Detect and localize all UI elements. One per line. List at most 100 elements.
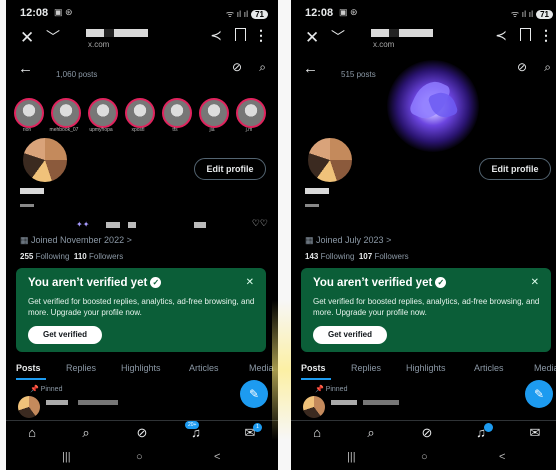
battery-icon: 71 — [251, 10, 268, 19]
profile-avatar[interactable] — [305, 135, 355, 185]
following-label: Following — [35, 252, 70, 261]
story-avatar[interactable] — [162, 98, 192, 128]
share-icon[interactable]: ≺ — [210, 27, 222, 44]
search-icon[interactable]: ⌕ — [259, 60, 266, 75]
grok-icon[interactable]: ⊘ — [415, 425, 439, 441]
following-count[interactable]: 143 — [305, 252, 318, 261]
back-icon[interactable]: < — [214, 451, 220, 463]
tab-replies[interactable]: Replies — [351, 363, 381, 373]
story-label: mehbook_07 — [49, 127, 79, 133]
story-avatar[interactable] — [236, 98, 266, 128]
pinned-text: Pinned — [40, 386, 63, 393]
story-label: xpostl — [131, 127, 145, 133]
notifications-badge: 20+ — [185, 421, 200, 429]
post-avatar[interactable] — [303, 396, 325, 418]
back-arrow-icon[interactable]: ← — [303, 60, 318, 77]
post-count: 515 posts — [341, 70, 376, 79]
followers-count[interactable]: 107 — [359, 252, 372, 261]
post-meta-redacted — [78, 400, 118, 405]
chevron-down-icon[interactable]: ﹀ — [331, 27, 345, 47]
chevron-down-icon[interactable]: ﹀ — [46, 27, 60, 47]
story-label: tfs — [172, 127, 178, 133]
tab-media[interactable]: Media — [534, 363, 556, 373]
story-avatar[interactable] — [125, 98, 155, 128]
bookmark-icon[interactable] — [520, 28, 531, 41]
home-button-icon[interactable]: ○ — [421, 451, 428, 463]
more-icon[interactable]: ⋮ — [539, 27, 553, 44]
grok-icon[interactable]: ⊘ — [130, 425, 154, 441]
followers-label: Followers — [374, 252, 409, 261]
share-icon[interactable]: ≺ — [495, 27, 507, 44]
compose-button[interactable]: ✎ — [240, 380, 268, 408]
notifications-dot — [484, 423, 493, 432]
story-avatar[interactable] — [51, 98, 81, 128]
page-title-redacted — [86, 29, 148, 37]
tab-articles[interactable]: Articles — [189, 363, 219, 373]
close-icon[interactable]: ✕ — [246, 277, 254, 288]
tab-posts[interactable]: Posts — [16, 363, 41, 373]
close-icon[interactable]: ✕ — [531, 277, 539, 288]
story-avatar[interactable] — [88, 98, 118, 128]
joined-text: Joined November 2022 — [31, 235, 125, 245]
story-label: jia — [209, 127, 215, 133]
battery-icon: 71 — [536, 10, 553, 19]
get-verified-button[interactable]: Get verified — [28, 326, 102, 344]
bookmark-icon[interactable] — [235, 28, 246, 41]
joined-date: ▦ Joined July 2023 > — [305, 235, 392, 245]
verify-card-title: You aren’t verified yet ✓ — [28, 277, 162, 289]
system-nav-bar: ||| ○ < — [6, 448, 278, 470]
close-icon[interactable]: ✕ — [305, 28, 319, 48]
profile-tabs: Posts Replies Highlights Articles Media — [291, 360, 556, 380]
get-verified-button[interactable]: Get verified — [313, 326, 387, 344]
display-name-redacted — [20, 188, 44, 194]
tab-posts[interactable]: Posts — [301, 363, 326, 373]
home-button-icon[interactable]: ○ — [136, 451, 143, 463]
close-icon[interactable]: ✕ — [20, 28, 34, 48]
tab-replies[interactable]: Replies — [66, 363, 96, 373]
post-author-redacted — [46, 400, 68, 405]
back-arrow-icon[interactable]: ← — [18, 60, 33, 77]
grok-icon[interactable]: ⊘ — [232, 60, 242, 74]
story-label: upmyhopa — [89, 127, 113, 133]
story-avatar[interactable] — [199, 98, 229, 128]
story-row: rion mehbook_07 upmyhopa xpostl tfs jia … — [14, 98, 274, 133]
grok-icon[interactable]: ⊘ — [517, 60, 527, 74]
following-count[interactable]: 255 — [20, 252, 33, 261]
home-icon[interactable]: ⌂ — [305, 425, 329, 440]
bottom-nav: ⌂ ⌕ ⊘ ♫ ✉ — [291, 420, 556, 447]
active-tab-indicator — [301, 378, 331, 380]
follow-counts: 255 Following 110 Followers — [20, 252, 123, 261]
search-icon[interactable]: ⌕ — [359, 425, 383, 441]
tab-highlights[interactable]: Highlights — [121, 363, 161, 373]
status-icons-right: ᯤ ıl ıl 71 — [511, 7, 553, 20]
followers-label: Followers — [88, 252, 124, 261]
story-label: rion — [22, 127, 32, 133]
post-avatar[interactable] — [18, 396, 40, 418]
following-label: Following — [320, 252, 355, 261]
joined-date: ▦ Joined November 2022 > — [20, 235, 132, 245]
follow-counts: 143 Following 107 Followers — [305, 252, 409, 261]
tab-media[interactable]: Media — [249, 363, 274, 373]
profile-avatar[interactable] — [20, 135, 70, 185]
edit-profile-button[interactable]: Edit profile — [194, 158, 266, 180]
verified-badge-icon: ✓ — [150, 277, 162, 288]
followers-count[interactable]: 110 — [74, 252, 87, 261]
messages-badge: 1 — [253, 423, 262, 432]
profile-banner-image[interactable] — [387, 60, 479, 152]
edit-profile-button[interactable]: Edit profile — [479, 158, 551, 180]
back-icon[interactable]: < — [499, 451, 505, 463]
verify-card-description: Get verified for boosted replies, analyt… — [313, 297, 540, 317]
search-icon[interactable]: ⌕ — [74, 425, 98, 441]
tab-highlights[interactable]: Highlights — [406, 363, 446, 373]
compose-icon: ✎ — [248, 387, 260, 401]
story-avatar[interactable] — [14, 98, 44, 128]
more-icon[interactable]: ⋮ — [254, 27, 268, 44]
compose-button[interactable]: ✎ — [525, 380, 553, 408]
tab-articles[interactable]: Articles — [474, 363, 504, 373]
search-icon[interactable]: ⌕ — [544, 60, 551, 75]
messages-icon[interactable]: ✉ — [523, 425, 547, 441]
home-icon[interactable]: ⌂ — [20, 425, 44, 440]
recents-icon[interactable]: ||| — [347, 451, 356, 463]
status-bar: 12:08 ▣ ⊛ ᯤ ıl ıl 71 — [291, 0, 556, 24]
recents-icon[interactable]: ||| — [62, 451, 71, 463]
